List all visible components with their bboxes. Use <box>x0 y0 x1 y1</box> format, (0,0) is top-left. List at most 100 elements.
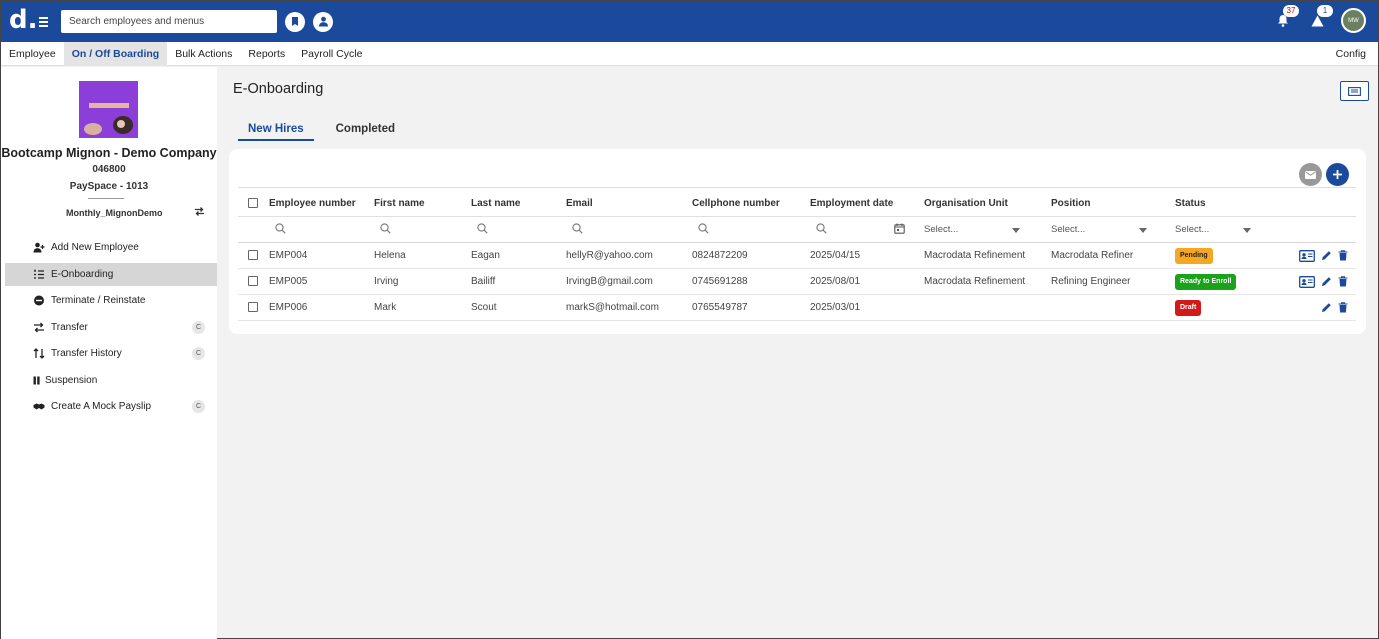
profile-button[interactable] <box>313 11 333 32</box>
table-row[interactable]: EMP005 Irving Bailiff IrvingB@gmail.com … <box>238 268 1356 295</box>
delete-icon[interactable] <box>1338 250 1348 261</box>
company-space: PaySpace - 1013 <box>69 181 149 192</box>
menu-item-reports[interactable]: Reports <box>240 42 293 66</box>
filter-row: Select... Select... Select... <box>238 216 1356 243</box>
sidebar-item-add-new-employee[interactable]: Add New Employee <box>5 236 217 259</box>
email-cell: hellyR@yahoo.com <box>566 242 692 269</box>
status-badge: Draft <box>1175 299 1202 316</box>
search-icon[interactable] <box>275 222 286 234</box>
calendar-icon[interactable] <box>894 223 905 234</box>
card-view-icon <box>1348 86 1361 96</box>
column-header[interactable]: Position <box>1051 187 1175 217</box>
search-icon[interactable] <box>380 222 391 234</box>
row-actions <box>1285 249 1356 262</box>
employment-date-cell: 2025/03/01 <box>810 294 924 321</box>
employment-date-cell: 2025/04/15 <box>810 242 924 269</box>
table-row[interactable]: EMP004 Helena Eagan hellyR@yahoo.com 082… <box>238 242 1356 269</box>
history-icon <box>33 348 45 359</box>
column-header[interactable]: Employee number <box>269 187 374 217</box>
column-header[interactable]: Last name <box>471 187 566 217</box>
email-button[interactable] <box>1299 163 1322 186</box>
alerts-button[interactable]: 1 <box>1307 4 1333 31</box>
bookmark-button[interactable] <box>285 11 305 32</box>
sidebar: Bootcamp Mignon - Demo Company 046800 Pa… <box>1 67 217 639</box>
hamburger-menu-icon[interactable] <box>39 13 53 31</box>
sidebar-item-label: Terminate / Reinstate <box>51 295 146 306</box>
employee-table-card: Employee number First name Last name Ema… <box>229 149 1366 334</box>
run-name: Monthly_MignonDemo <box>66 208 163 218</box>
column-header[interactable]: Cellphone number <box>692 187 810 217</box>
first-name-cell: Irving <box>374 268 471 295</box>
sidebar-item-label: Add New Employee <box>51 242 139 253</box>
search-icon[interactable] <box>477 222 488 234</box>
status-select[interactable]: Select... <box>1175 224 1255 235</box>
position-select[interactable]: Select... <box>1051 224 1151 235</box>
table-row[interactable]: EMP006 Mark Scout markS@hotmail.com 0765… <box>238 294 1356 321</box>
edit-icon[interactable] <box>1321 302 1332 313</box>
sidebar-item-transfer[interactable]: Transfer C <box>5 316 217 339</box>
column-header[interactable]: Status <box>1175 187 1285 217</box>
notifications-button[interactable]: 37 <box>1273 4 1299 31</box>
sidebar-item-label: E-Onboarding <box>51 268 114 280</box>
cellphone-cell: 0765549787 <box>692 294 810 321</box>
row-checkbox[interactable] <box>248 250 258 261</box>
employment-date-cell: 2025/08/01 <box>810 268 924 295</box>
tab-new-hires[interactable]: New Hires <box>238 121 314 141</box>
delete-icon[interactable] <box>1338 276 1348 287</box>
sidebar-nav: Add New Employee E-Onboarding Terminate … <box>5 236 217 422</box>
tabs: New Hires Completed <box>238 121 417 141</box>
menu-item-employee[interactable]: Employee <box>1 42 64 66</box>
top-right-controls: 37 1 MW <box>1273 4 1366 33</box>
chevron-down-icon <box>1012 228 1020 233</box>
position-cell: Macrodata Refiner <box>1051 242 1175 269</box>
sidebar-item-suspension[interactable]: Suspension <box>5 369 217 392</box>
organisation-unit-cell: Macrodata Refinement <box>924 242 1051 269</box>
menu-item-config[interactable]: Config <box>1328 42 1374 66</box>
menu-item-payroll-cycle[interactable]: Payroll Cycle <box>293 42 370 66</box>
view-toggle-button[interactable] <box>1340 81 1369 101</box>
sidebar-item-terminate-reinstate[interactable]: Terminate / Reinstate <box>5 289 217 312</box>
user-avatar[interactable]: MW <box>1341 8 1366 33</box>
tab-completed[interactable]: Completed <box>326 121 405 141</box>
row-checkbox[interactable] <box>248 276 258 287</box>
menu-bar: Employee On / Off Boarding Bulk Actions … <box>1 41 1378 66</box>
position-cell: Refining Engineer <box>1051 268 1175 295</box>
search-icon[interactable] <box>698 222 709 234</box>
column-header[interactable]: First name <box>374 187 471 217</box>
sidebar-item-badge: C <box>192 347 205 360</box>
last-name-cell: Bailiff <box>471 268 566 295</box>
chevron-down-icon <box>1139 228 1147 233</box>
select-all-checkbox[interactable] <box>248 197 258 208</box>
edit-icon[interactable] <box>1321 250 1332 261</box>
employee-number-cell: EMP006 <box>269 294 374 321</box>
sidebar-item-label: Transfer <box>51 321 88 333</box>
edit-icon[interactable] <box>1321 276 1332 287</box>
cellphone-cell: 0824872209 <box>692 242 810 269</box>
divider <box>88 198 124 199</box>
sidebar-item-label: Suspension <box>45 374 98 386</box>
app-logo[interactable]: d. <box>9 7 38 33</box>
search-icon[interactable] <box>572 222 583 234</box>
sidebar-item-badge: C <box>192 320 205 334</box>
row-actions <box>1285 275 1356 288</box>
column-header[interactable]: Organisation Unit <box>924 187 1051 217</box>
sidebar-item-transfer-history[interactable]: Transfer History C <box>5 342 217 365</box>
menu-item-on-off-boarding[interactable]: On / Off Boarding <box>63 41 168 66</box>
column-header[interactable]: Employment date <box>810 187 924 217</box>
add-person-icon <box>33 242 45 253</box>
menu-item-bulk-actions[interactable]: Bulk Actions <box>167 42 240 66</box>
search-input[interactable] <box>61 10 277 33</box>
sidebar-item-e-onboarding[interactable]: E-Onboarding <box>5 262 217 286</box>
organisation-unit-select[interactable]: Select... <box>924 224 1024 235</box>
sidebar-item-create-mock-payslip[interactable]: Create A Mock Payslip C <box>5 395 217 418</box>
list-icon <box>34 269 44 279</box>
column-header[interactable]: Email <box>566 187 692 217</box>
id-card-icon[interactable] <box>1299 249 1315 262</box>
search-icon[interactable] <box>816 222 827 234</box>
delete-icon[interactable] <box>1338 302 1348 313</box>
add-employee-button[interactable] <box>1326 163 1349 186</box>
company-logo <box>79 81 138 138</box>
id-card-icon[interactable] <box>1299 275 1315 288</box>
row-checkbox[interactable] <box>248 302 258 313</box>
swap-icon[interactable] <box>194 206 205 217</box>
